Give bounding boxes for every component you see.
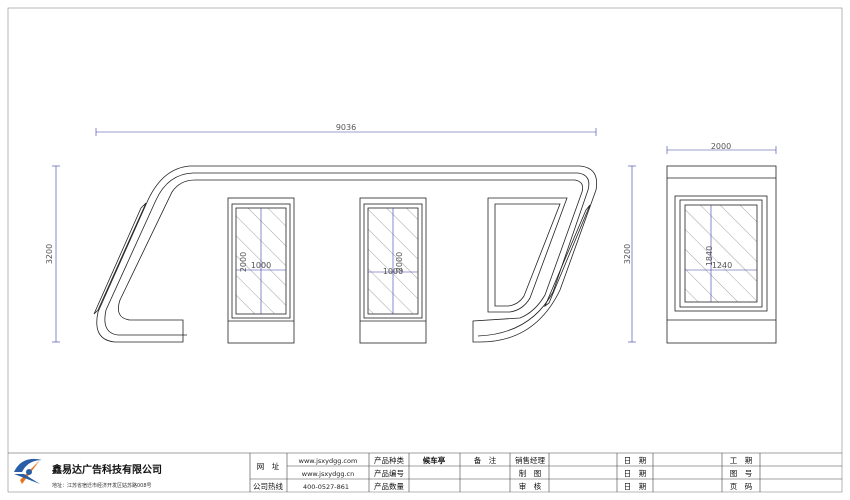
sales-manager-label: 销售经理 [515,455,545,465]
front-dimensions [52,128,597,343]
front-elevation [93,165,598,344]
drawn-label: 制 图 [519,468,542,478]
website-1: www.jsxydgg.com [299,457,358,465]
page-number-label: 页 码 [730,482,753,491]
website-2: www.jsxydgg.cn [302,470,354,478]
product-number-label: 产品编号 [374,468,404,478]
hotline-label: 公司热线 [253,481,283,491]
date-label-1: 日 期 [624,456,647,465]
drawing-number-label: 图 号 [730,469,753,478]
canopy-inner [104,172,590,337]
dim-glass-width-2: 1000 [383,267,403,276]
dim-glass-width-1: 1000 [251,261,271,270]
dim-side-width: 2000 [711,142,731,151]
website-label: 网 址 [257,461,280,471]
left-edge-strip [93,202,147,315]
dim-overall-width: 9036 [336,123,356,132]
date-label-2: 日 期 [624,469,647,478]
product-type-label: 产品种类 [374,455,404,465]
remarks-label: 备 注 [474,455,497,465]
date-label-3: 日 期 [624,482,647,491]
company-address: 地址：江苏省宿迁市经济开发区姑苏路008号 [52,482,152,489]
company-logo [14,458,42,484]
rear-panel-inner [494,203,561,307]
dim-side-height: 3200 [623,244,632,264]
company-name: 鑫易达广告科技有限公司 [51,463,162,476]
hotline: 400-0527-861 [303,483,349,491]
product-type: 候车亭 [423,455,446,465]
right-edge-strip [544,204,591,308]
canopy-outer [96,165,598,343]
dim-overall-height: 3200 [45,244,54,264]
work-period-label: 工 期 [730,456,753,465]
review-label: 审 核 [519,481,542,491]
product-qty-label: 产品数量 [374,481,404,491]
dim-glass-height-1: 2000 [239,252,248,272]
side-elevation [666,165,777,344]
rear-panel [487,197,568,313]
side-ad-glass [684,204,758,303]
drawing-canvas: 9036 3200 2000 1000 2000 1000 2000 3200 … [7,7,843,493]
dim-side-glass-width: 1240 [712,261,732,270]
